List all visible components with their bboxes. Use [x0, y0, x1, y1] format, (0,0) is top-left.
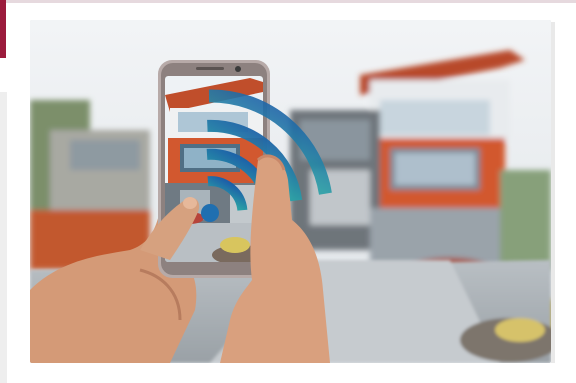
- side-divider: [0, 92, 7, 383]
- accent-bar: [0, 0, 6, 58]
- photo-shadow: [551, 22, 555, 363]
- top-divider: [6, 0, 576, 3]
- hero-photo: [30, 20, 551, 363]
- photo-illustration: [30, 20, 551, 363]
